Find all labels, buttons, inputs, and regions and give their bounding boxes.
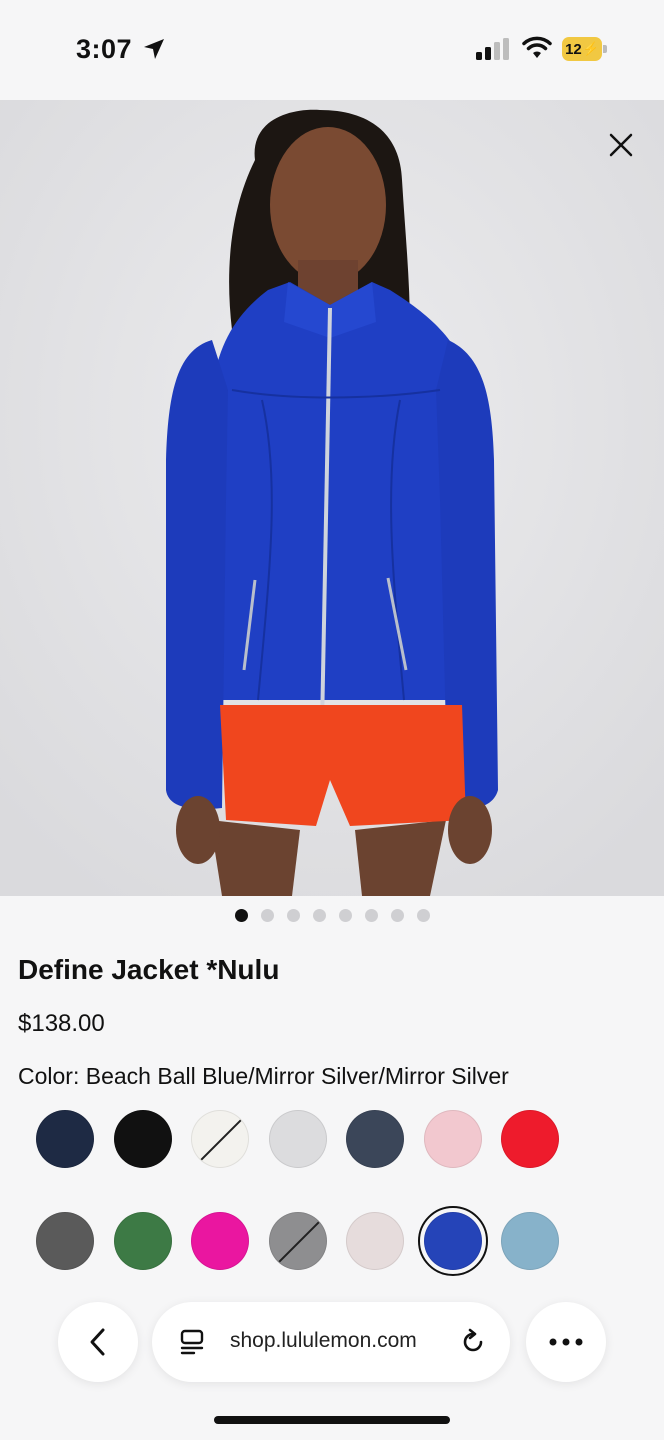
location-arrow-icon xyxy=(144,39,164,59)
color-swatch-navy-zip[interactable] xyxy=(36,1110,94,1168)
pagination-dot[interactable] xyxy=(390,909,404,922)
wifi-icon xyxy=(522,36,552,58)
unavailable-slash xyxy=(271,1216,324,1269)
status-time: 3:07 xyxy=(76,34,133,64)
ellipsis-icon xyxy=(549,1338,583,1346)
product-price: $138.00 xyxy=(18,1010,105,1037)
url-text: shop.lululemon.com xyxy=(230,1329,417,1352)
product-image[interactable] xyxy=(0,100,664,896)
pagination-dot[interactable] xyxy=(338,909,352,922)
product-title: Define Jacket *Nulu xyxy=(18,954,280,985)
color-swatch-light-grey[interactable] xyxy=(268,1110,327,1168)
pagination-dot[interactable] xyxy=(260,909,274,922)
color-swatch-magenta[interactable] xyxy=(191,1212,249,1270)
page-menu-icon[interactable] xyxy=(178,1328,206,1356)
image-pagination xyxy=(0,909,664,922)
color-swatch-green[interactable] xyxy=(113,1212,172,1270)
color-swatches-row-2 xyxy=(36,1206,559,1276)
model-photo xyxy=(0,100,664,896)
pagination-dot[interactable] xyxy=(416,909,430,922)
color-swatch-leopard[interactable] xyxy=(36,1212,94,1270)
status-bar: 3:07 12 ⚡ xyxy=(0,0,664,100)
color-swatch-heathered-navy[interactable] xyxy=(346,1110,404,1168)
color-swatch-pink[interactable] xyxy=(423,1110,482,1168)
color-swatch-red[interactable] xyxy=(501,1110,559,1168)
back-button[interactable] xyxy=(58,1302,138,1382)
color-swatches-row-1 xyxy=(36,1110,559,1168)
chevron-left-icon xyxy=(90,1328,105,1356)
color-swatch-black[interactable] xyxy=(113,1110,172,1168)
address-bar[interactable]: shop.lululemon.com xyxy=(152,1302,510,1382)
pagination-dot[interactable] xyxy=(286,909,300,922)
color-swatch-grey-zip[interactable] xyxy=(268,1212,327,1270)
pagination-dot[interactable] xyxy=(234,909,248,922)
color-label: Color: Beach Ball Blue/Mirror Silver/Mir… xyxy=(18,1063,509,1089)
battery-level: 12 xyxy=(565,40,582,58)
battery-icon: 12 ⚡ xyxy=(562,37,608,61)
close-icon[interactable] xyxy=(606,130,636,160)
reload-icon[interactable] xyxy=(458,1327,488,1357)
home-indicator[interactable] xyxy=(214,1416,450,1424)
cellular-signal-icon xyxy=(476,38,509,60)
pagination-dot[interactable] xyxy=(312,909,326,922)
color-swatch-white-zip[interactable] xyxy=(191,1110,249,1168)
color-swatch-pink-gold[interactable] xyxy=(346,1212,404,1270)
color-swatch-light-blue[interactable] xyxy=(501,1212,559,1270)
unavailable-slash xyxy=(193,1114,247,1167)
color-swatch-beach-ball-blue[interactable] xyxy=(417,1206,488,1276)
pagination-dot[interactable] xyxy=(364,909,378,922)
more-options-button[interactable] xyxy=(526,1302,606,1382)
